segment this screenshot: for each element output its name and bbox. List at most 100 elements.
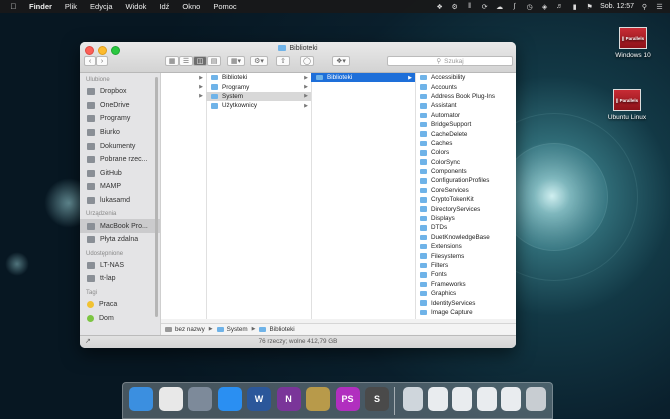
column-row[interactable]: Caches [415,139,516,148]
column-row[interactable]: CryptoTokenKit [415,195,516,204]
sidebar-item[interactable]: MAMP [80,180,160,194]
column-row[interactable]: ConfigurationProfiles [415,176,516,185]
column-row[interactable]: Automator [415,111,516,120]
path-item-disk[interactable]: bez nazwy [165,326,205,333]
sidebar-item[interactable]: Programy [80,112,160,126]
volume-icon[interactable]: ♬ [555,2,564,11]
column-row[interactable]: CacheDelete [415,129,516,138]
sidebar-item[interactable]: lukasamd [80,194,160,208]
sync-icon[interactable]: ⟳ [480,2,489,11]
column-row[interactable]: Biblioteki ▶ [311,73,415,83]
column-row[interactable]: Assistant [415,101,516,110]
menu-go[interactable]: Idź [159,2,169,11]
menu-view[interactable]: Widok [126,2,147,11]
parallels-icon[interactable]: ‖ [465,2,474,11]
column-row[interactable]: Image Capture [415,308,516,317]
sidebar-item[interactable]: GitHub [80,167,160,181]
column-row[interactable]: Fonts [415,270,516,279]
column-row[interactable]: ColorSync [415,158,516,167]
back-button[interactable]: ‹ [84,56,96,66]
sidebar-item[interactable]: MacBook Pro... [80,219,160,233]
cover-flow-button[interactable]: ▤ [207,56,221,66]
desktop-icon-ubuntu-linux[interactable]: || Parallels Ubuntu Linux [597,89,657,121]
time-machine-icon[interactable]: ◷ [525,2,534,11]
archive-icon[interactable] [306,387,330,411]
column-row[interactable]: Accounts [415,82,516,91]
share-button[interactable]: ⇧ [276,56,290,66]
column-row[interactable]: Frameworks [415,280,516,289]
column-row[interactable]: Programy ▶ [206,82,311,91]
forward-button[interactable]: › [96,56,108,66]
safari-icon[interactable] [217,387,242,411]
column-root-row[interactable]: ▶ [161,82,206,91]
bluetooth-icon[interactable]: ∫ [510,2,519,11]
desktop-icon-windows-10[interactable]: || Parallels Windows 10 [603,27,663,59]
column-row[interactable]: Filesystems [415,251,516,260]
gear-icon[interactable]: ⚙ [450,2,459,11]
chrome-icon[interactable] [158,387,183,411]
collapse-icon[interactable]: ↗ [85,336,91,348]
sidebar-item[interactable]: Dropbox [80,85,160,99]
window-thumbnail-icon[interactable] [452,387,472,411]
apple-menu-icon[interactable]:  [9,2,18,11]
icon-view-button[interactable]: ▦ [165,56,179,66]
column-row[interactable]: DTDs [415,223,516,232]
column-root-row[interactable]: ▶ [161,73,206,82]
dropbox-toolbar-button[interactable]: ❖▾ [332,56,350,66]
sidebar-item[interactable]: OneDrive [80,99,160,113]
sidebar-item[interactable]: Biurko [80,126,160,140]
phpstorm-icon[interactable]: PS [335,387,360,411]
launchpad-icon[interactable] [188,387,212,411]
window-thumbnail-icon[interactable] [427,387,448,411]
menu-help[interactable]: Pomoc [213,2,236,11]
column-row[interactable]: System ▶ [206,91,311,102]
column-row[interactable]: Extensions [415,242,516,251]
flag-icon[interactable]: ⚑ [585,2,594,11]
word-icon[interactable]: W [247,387,271,411]
column-row[interactable]: DirectoryServices [415,204,516,213]
column-row[interactable]: IdentityServices [415,298,516,307]
column-row[interactable]: Graphics [415,289,516,298]
trash-icon[interactable] [525,387,546,411]
window-thumbnail-icon[interactable] [476,387,497,411]
menu-finder[interactable]: Finder [29,2,52,11]
clock[interactable]: Sob. 12:57 [600,3,634,10]
column-row[interactable]: Accessibility [415,73,516,82]
path-item-system[interactable]: System [216,326,248,333]
menu-edit[interactable]: Edycja [90,2,113,11]
search-input[interactable]: ⚲ Szukaj [387,56,513,66]
column-row[interactable]: Address Book Plug-Ins [415,92,516,101]
dropbox-icon[interactable]: ❖ [435,2,444,11]
column-row[interactable]: CoreServices [415,186,516,195]
tags-button[interactable]: ◯ [300,56,314,66]
column-row[interactable]: DuetKnowledgeBase [415,233,516,242]
menu-window[interactable]: Okno [182,2,200,11]
column-view-button[interactable]: ◫ [193,56,207,66]
sidebar-item[interactable]: LT-NAS [80,259,160,273]
column-row[interactable]: Filters [415,261,516,270]
sublime-icon[interactable]: S [365,387,389,411]
window-thumbnail-icon[interactable] [501,387,521,411]
column-row[interactable]: Biblioteki ▶ [206,73,311,82]
sidebar-item[interactable]: tt-lap [80,272,160,286]
sidebar-scrollbar[interactable] [155,77,158,317]
column-root-row[interactable]: ▶ [161,92,206,101]
path-item-library[interactable]: Biblioteki [259,326,295,333]
document-icon[interactable] [403,387,423,411]
column-row[interactable]: Displays [415,214,516,223]
arrange-button[interactable]: ▦▾ [227,56,245,66]
action-gear-button[interactable]: ⚙▾ [250,56,268,66]
list-view-button[interactable]: ☰ [179,56,193,66]
column-row[interactable]: Colors [415,148,516,157]
sidebar-item[interactable]: Płyta zdalna [80,233,160,247]
search-icon[interactable]: ⚲ [640,2,649,11]
notification-center-icon[interactable]: ☰ [655,2,664,11]
sidebar-item[interactable]: Dom [80,311,160,325]
wifi-icon[interactable]: ◈ [540,2,549,11]
cloud-icon[interactable]: ☁ [495,2,504,11]
sidebar-item[interactable]: Praca [80,298,160,312]
sidebar-item[interactable]: Dokumenty [80,139,160,153]
battery-icon[interactable]: ▮ [570,2,579,11]
onenote-icon[interactable]: N [276,387,301,411]
sidebar-item[interactable]: Pobrane rzec... [80,153,160,167]
